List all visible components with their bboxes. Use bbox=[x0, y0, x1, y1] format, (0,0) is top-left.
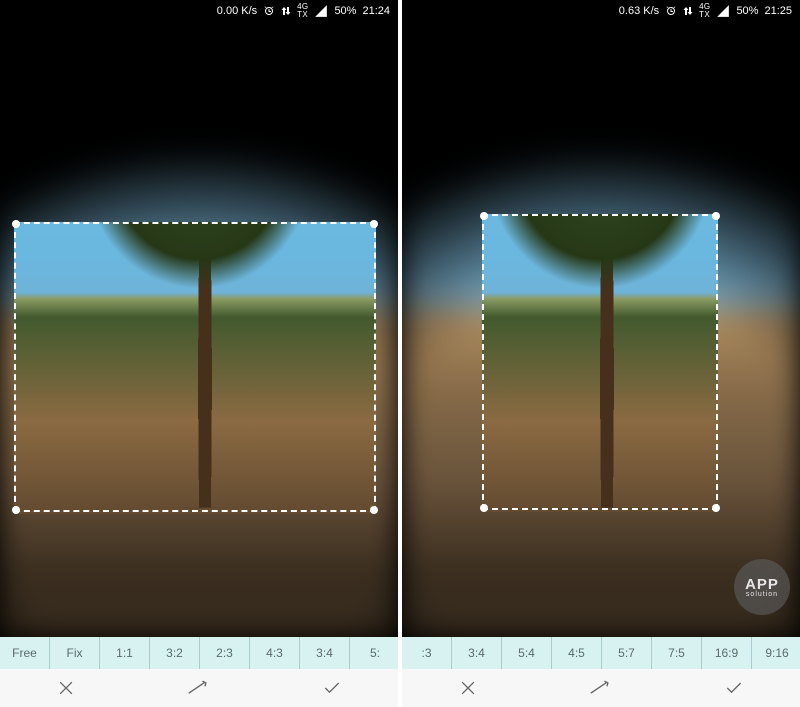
crop-rectangle[interactable] bbox=[14, 222, 376, 512]
confirm-button[interactable] bbox=[265, 669, 398, 707]
status-bar: 0.63 K/s 4G TX 50% 21:25 bbox=[402, 0, 800, 22]
aspect-ratio-strip[interactable]: FreeFix1:13:22:34:33:45: bbox=[0, 637, 398, 669]
phone-left: 0.00 K/s 4G TX 50% 21:24 bbox=[0, 0, 398, 707]
crop-canvas[interactable] bbox=[402, 22, 800, 637]
ratio-option[interactable]: 5:7 bbox=[602, 637, 652, 669]
crop-handle-tl[interactable] bbox=[480, 212, 488, 220]
crop-handle-bl[interactable] bbox=[480, 504, 488, 512]
alarm-icon bbox=[263, 5, 275, 17]
ratio-option[interactable]: 3:4 bbox=[452, 637, 502, 669]
signal-icon bbox=[314, 5, 328, 17]
net-speed: 0.00 K/s bbox=[217, 5, 257, 17]
status-bar: 0.00 K/s 4G TX 50% 21:24 bbox=[0, 0, 398, 22]
alarm-icon bbox=[665, 5, 677, 17]
ratio-option[interactable]: 1:1 bbox=[100, 637, 150, 669]
crop-handle-bl[interactable] bbox=[12, 506, 20, 514]
crop-handle-br[interactable] bbox=[370, 506, 378, 514]
ratio-option[interactable]: Free bbox=[0, 637, 50, 669]
ratio-option[interactable]: 2:3 bbox=[200, 637, 250, 669]
data-transfer-icon bbox=[281, 5, 291, 17]
data-transfer-icon bbox=[683, 5, 693, 17]
signal-icon bbox=[716, 5, 730, 17]
crop-handle-tr[interactable] bbox=[712, 212, 720, 220]
ratio-option[interactable]: 5:4 bbox=[502, 637, 552, 669]
crop-handle-tr[interactable] bbox=[370, 220, 378, 228]
network-mode: 4G TX bbox=[699, 3, 710, 19]
crop-handle-tl[interactable] bbox=[12, 220, 20, 228]
crop-canvas[interactable] bbox=[0, 22, 398, 637]
battery-percent: 50% bbox=[334, 5, 356, 17]
crop-rectangle[interactable] bbox=[482, 214, 718, 510]
network-mode: 4G TX bbox=[297, 3, 308, 19]
cancel-button[interactable] bbox=[0, 669, 133, 707]
ratio-option[interactable]: 3:4 bbox=[300, 637, 350, 669]
clock: 21:25 bbox=[764, 5, 792, 17]
confirm-button[interactable] bbox=[667, 669, 800, 707]
ratio-option[interactable]: 7:5 bbox=[652, 637, 702, 669]
ratio-option[interactable]: :3 bbox=[402, 637, 452, 669]
ratio-option[interactable]: 16:9 bbox=[702, 637, 752, 669]
ratio-option[interactable]: 9:16 bbox=[752, 637, 800, 669]
action-bar bbox=[0, 669, 398, 707]
cancel-button[interactable] bbox=[402, 669, 535, 707]
action-bar bbox=[402, 669, 800, 707]
net-speed: 0.63 K/s bbox=[619, 5, 659, 17]
ratio-option[interactable]: 5: bbox=[350, 637, 398, 669]
phone-right: 0.63 K/s 4G TX 50% 21:25 bbox=[402, 0, 800, 707]
clock: 21:24 bbox=[362, 5, 390, 17]
ratio-option[interactable]: Fix bbox=[50, 637, 100, 669]
straighten-button[interactable] bbox=[535, 669, 668, 707]
battery-percent: 50% bbox=[736, 5, 758, 17]
ratio-option[interactable]: 4:3 bbox=[250, 637, 300, 669]
crop-handle-br[interactable] bbox=[712, 504, 720, 512]
ratio-option[interactable]: 4:5 bbox=[552, 637, 602, 669]
ratio-option[interactable]: 3:2 bbox=[150, 637, 200, 669]
aspect-ratio-strip[interactable]: :33:45:44:55:77:516:99:16 bbox=[402, 637, 800, 669]
straighten-button[interactable] bbox=[133, 669, 266, 707]
